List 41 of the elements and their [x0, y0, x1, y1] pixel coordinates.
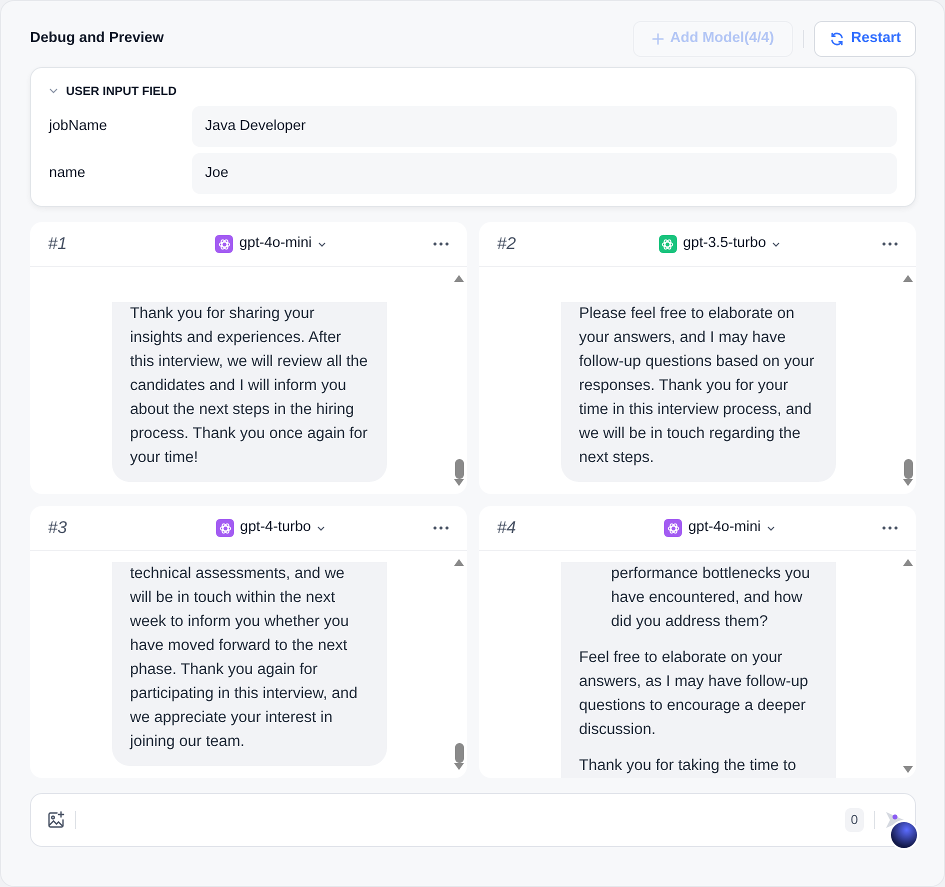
scroll-up-icon[interactable] — [903, 275, 913, 282]
model-selector[interactable]: gpt-3.5-turbo — [658, 233, 780, 255]
message-text: performance bottlenecks you have encountered, and how did you address them? — [610, 564, 812, 632]
input-field[interactable]: Joe — [192, 153, 897, 194]
scroll-up-icon[interactable] — [454, 275, 464, 282]
caret-icon — [766, 526, 775, 530]
field-label: jobName — [49, 116, 108, 136]
message-text: technical assessments, and we will be in touch within the next week to inform you whether you have moved forward to the next phase. Thank you again for participating in this interview, and we appreciate your interest in joining our team. — [130, 564, 358, 752]
more-icon[interactable] — [882, 242, 898, 246]
message-text: Thank you for sharing your insights and experiences. After this interview, we will review all the candidates and I will inform you about the next steps in the hiring process. Thank you once again for your time! — [130, 304, 369, 468]
chevron-icon — [49, 88, 58, 94]
card-number: #1 — [48, 233, 68, 256]
model-selector[interactable]: gpt-4o-mini — [215, 233, 326, 255]
scroll-down-icon[interactable] — [903, 766, 913, 773]
card-number: #4 — [497, 517, 517, 540]
chatbot-avatar-icon[interactable] — [889, 820, 919, 850]
scroll-up-icon[interactable] — [454, 559, 464, 566]
input-field[interactable]: Java Developer — [192, 106, 897, 147]
message-text: Thank you for taking the time to — [579, 756, 798, 776]
scroll-up-icon[interactable] — [903, 559, 913, 566]
message-text: Feel free to elaborate on your answers, as I may have follow-up questions to encourage a deeper discussion. — [579, 648, 810, 740]
panel-title: Debug and Preview — [30, 29, 164, 48]
more-icon[interactable] — [882, 526, 898, 530]
card-number: #3 — [48, 517, 68, 540]
character-count: 0 — [844, 808, 864, 832]
chat-input-field[interactable]: 0 — [30, 793, 916, 847]
card-number: #2 — [497, 233, 517, 256]
restart-button[interactable]: Restart — [814, 21, 916, 57]
model-selector[interactable]: gpt-4-turbo — [216, 517, 325, 539]
message-text: Please feel free to elaborate on your answers, and I may have follow-up questions based on your responses. Thank you for your time in this interview process, and we will be in touch regarding the next steps. — [579, 304, 816, 468]
refresh-icon — [829, 31, 846, 47]
model-selector[interactable]: gpt-4o-mini — [664, 517, 775, 539]
more-icon[interactable] — [433, 526, 449, 530]
field-label: name — [49, 164, 86, 183]
caret-icon — [318, 242, 326, 246]
image-add-icon[interactable] — [47, 811, 65, 829]
plus-icon — [652, 33, 664, 45]
more-icon[interactable] — [433, 242, 449, 246]
caret-icon — [316, 526, 325, 530]
section-toggle[interactable]: USER INPUT FIELD — [49, 82, 897, 100]
caret-icon — [772, 242, 780, 246]
